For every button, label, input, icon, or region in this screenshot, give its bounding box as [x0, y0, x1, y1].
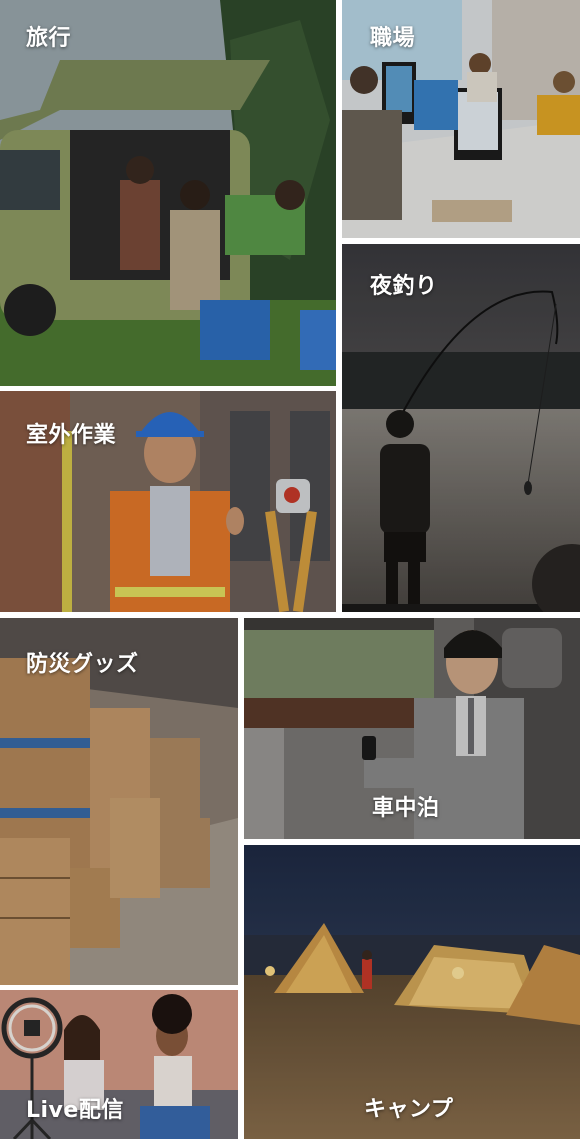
tile-label: 室外作業	[26, 423, 117, 448]
tile-label: 職場	[370, 26, 416, 51]
tile-label: 旅行	[26, 26, 72, 51]
tile-travel[interactable]: 旅行	[0, 0, 336, 386]
tile-label: 車中泊	[372, 796, 440, 821]
tile-camping[interactable]: キャンプ	[244, 845, 580, 1139]
tile-car-stay[interactable]: 車中泊	[244, 618, 580, 839]
tile-office[interactable]: 職場	[342, 0, 580, 238]
tile-disaster-goods[interactable]: 防災グッズ	[0, 618, 238, 985]
tile-label: キャンプ	[364, 1097, 454, 1122]
tile-label: 夜釣り	[370, 274, 438, 299]
tile-outdoor-work[interactable]: 室外作業	[0, 391, 336, 612]
tile-label: Live配信	[26, 1098, 124, 1123]
travel-shade	[0, 0, 336, 386]
tile-live-streaming[interactable]: Live配信	[0, 990, 238, 1139]
tile-label: 防災グッズ	[26, 652, 139, 677]
tile-fishing[interactable]: 夜釣り	[342, 244, 580, 612]
